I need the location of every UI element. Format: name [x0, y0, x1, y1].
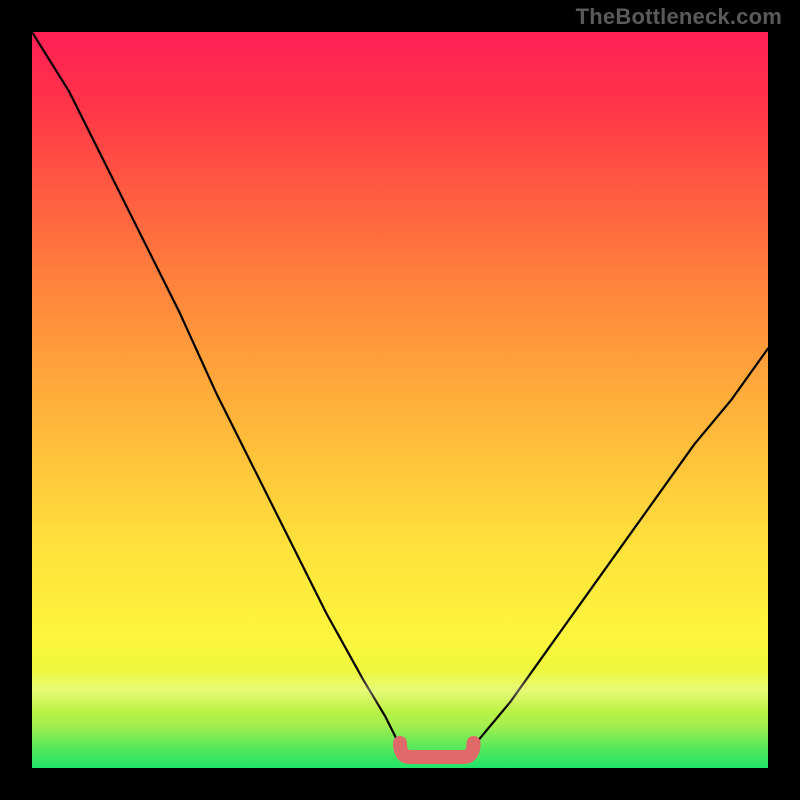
watermark-text: TheBottleneck.com — [576, 4, 782, 30]
curve-svg — [32, 32, 768, 768]
chart-container: TheBottleneck.com — [0, 0, 800, 800]
flat-bottom-marker — [400, 743, 474, 757]
bottleneck-curve — [32, 32, 768, 761]
plot-area — [32, 32, 768, 768]
